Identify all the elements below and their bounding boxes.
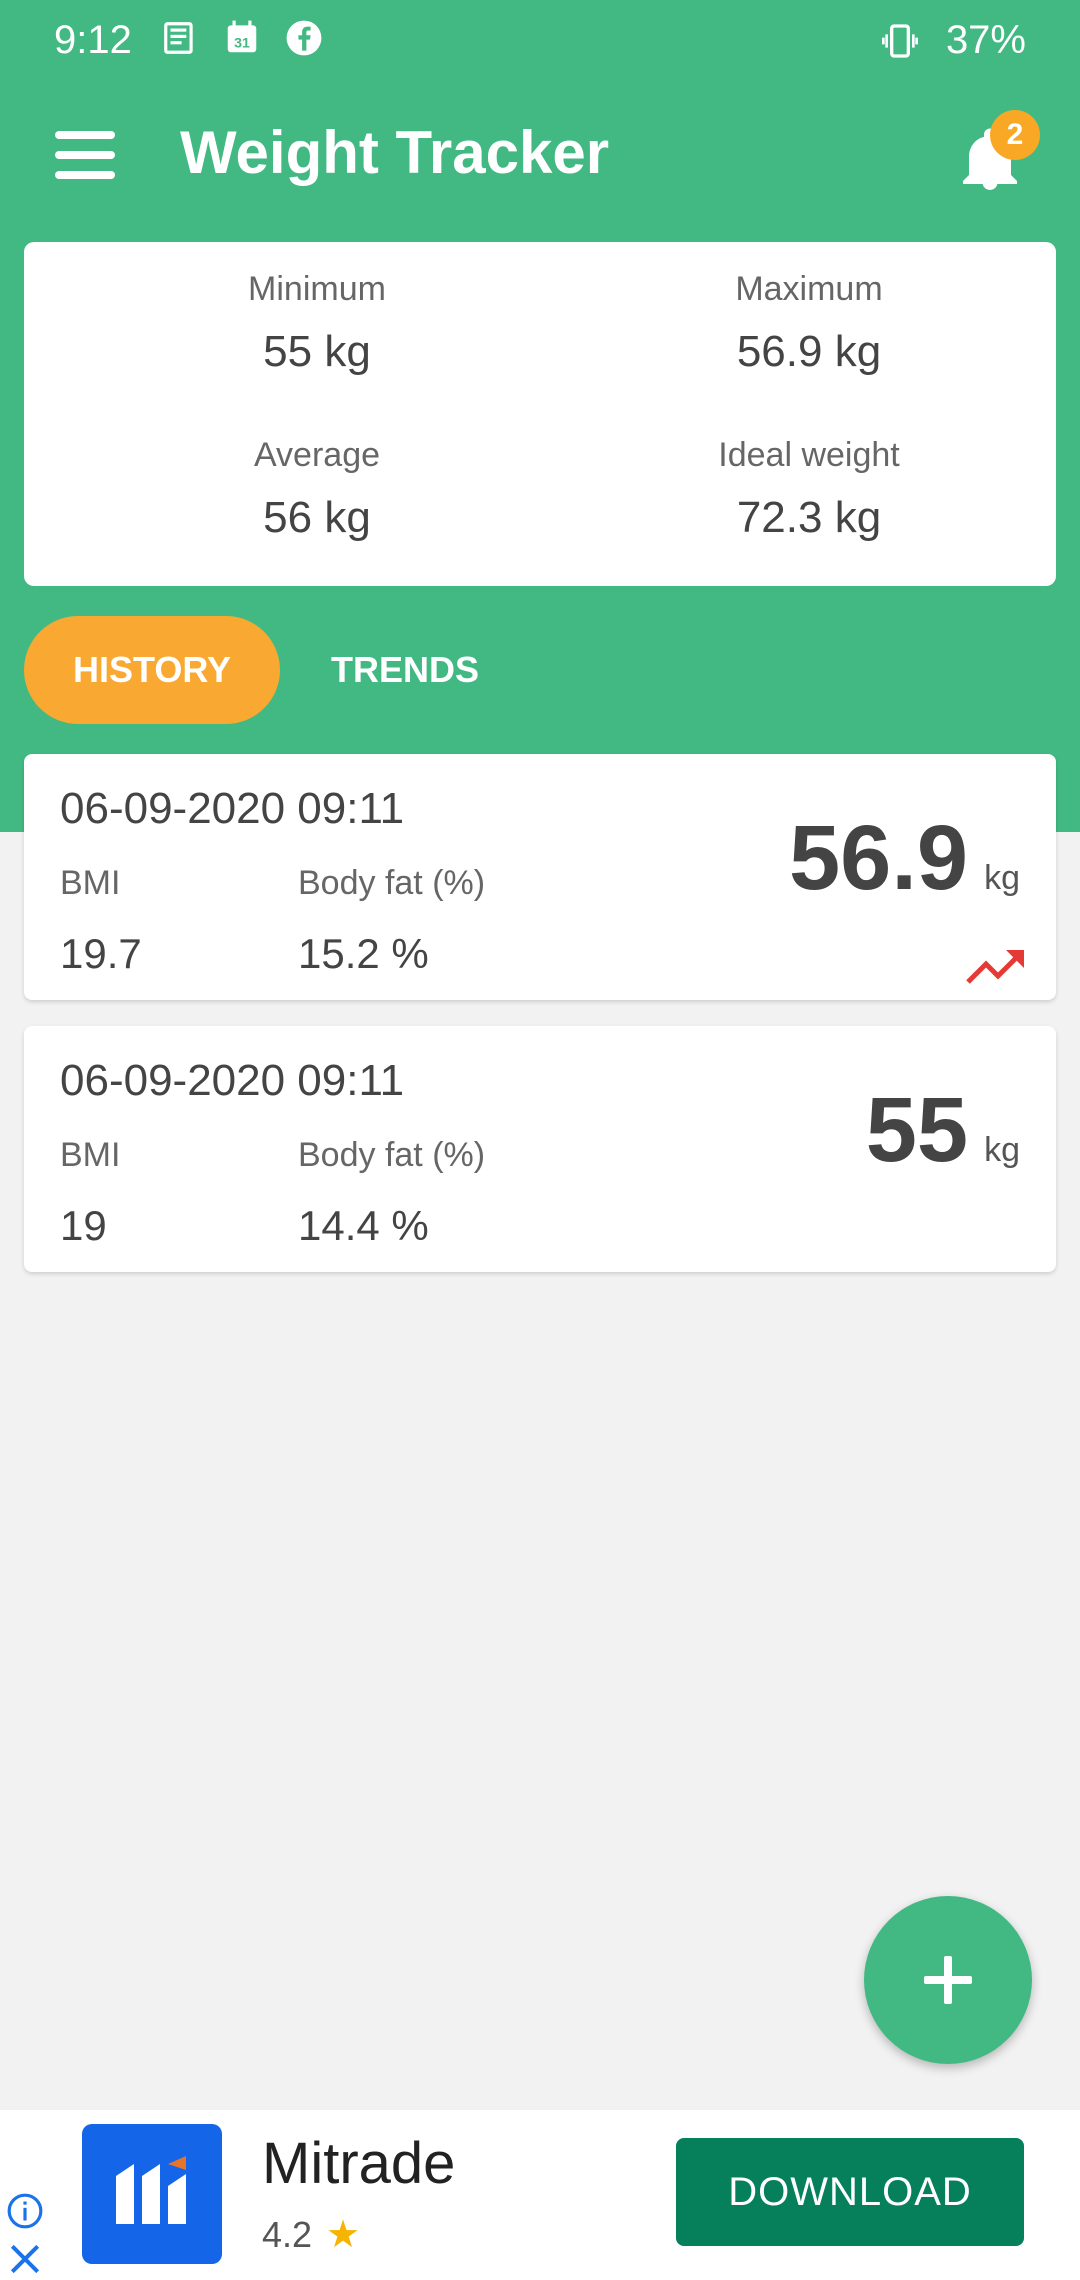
status-time: 9:12	[54, 18, 132, 62]
menu-button[interactable]	[50, 120, 120, 190]
entry-weight: 56.9 kg	[789, 806, 1020, 911]
news-icon	[160, 18, 200, 58]
entry-body-fat-label: Body fat (%)	[298, 864, 486, 902]
stat-minimum-value: 55 kg	[263, 327, 371, 376]
stat-minimum: Minimum 55 kg	[117, 270, 517, 377]
entry-weight: 55 kg	[866, 1078, 1020, 1183]
ad-close-icon[interactable]	[6, 2240, 44, 2278]
ad-download-button[interactable]: DOWNLOAD	[676, 2138, 1024, 2246]
history-entry[interactable]: 06-09-2020 09:11 BMI Body fat (%) 19.7 1…	[24, 754, 1056, 1000]
entry-weight-value: 55	[865, 1079, 969, 1181]
tab-trends[interactable]: TRENDS	[300, 616, 510, 724]
stat-ideal-weight-label: Ideal weight	[718, 436, 900, 474]
app-bar: Weight Tracker 2	[0, 80, 1080, 230]
status-right: 37%	[880, 18, 1026, 63]
entry-date: 06-09-2020 09:11	[60, 1056, 405, 1105]
status-bar: 9:12 31 37%	[0, 0, 1080, 80]
notifications-button[interactable]: 2	[950, 110, 1040, 200]
stat-average-label: Average	[253, 436, 381, 474]
stat-maximum: Maximum 56.9 kg	[609, 270, 1009, 377]
mitrade-logo-icon	[116, 2156, 186, 2224]
entry-bmi-label: BMI	[60, 864, 121, 902]
entry-date: 06-09-2020 09:11	[60, 784, 405, 833]
entry-bmi-label: BMI	[60, 1136, 121, 1174]
entry-body-fat-label: Body fat (%)	[298, 1136, 486, 1174]
ad-app-logo[interactable]	[82, 2124, 222, 2264]
trending-up-icon	[966, 950, 1024, 984]
entry-weight-value: 56.9	[789, 807, 969, 909]
vibrate-icon	[880, 21, 920, 61]
stat-ideal-weight: Ideal weight 72.3 kg	[609, 436, 1009, 543]
ad-rating-value: 4.2	[262, 2213, 313, 2255]
ad-rating: 4.2 ★	[262, 2212, 360, 2257]
facebook-icon	[284, 18, 324, 58]
notification-badge: 2	[990, 110, 1040, 160]
entry-bmi-value: 19.7	[60, 930, 142, 977]
ad-info-icon[interactable]	[6, 2192, 44, 2230]
stat-maximum-value: 56.9 kg	[736, 327, 882, 376]
ad-banner[interactable]: Mitrade 4.2 ★ DOWNLOAD	[0, 2110, 1080, 2280]
calendar-icon: 31	[222, 18, 262, 58]
stat-average: Average 56 kg	[117, 436, 517, 543]
battery-level: 37%	[945, 18, 1026, 62]
add-entry-button[interactable]	[864, 1896, 1032, 2064]
stat-maximum-label: Maximum	[735, 270, 883, 308]
entry-weight-unit: kg	[984, 1131, 1020, 1169]
app-title: Weight Tracker	[180, 119, 610, 186]
stat-minimum-label: Minimum	[248, 270, 386, 308]
stat-average-value: 56 kg	[263, 493, 371, 542]
stat-ideal-weight-value: 72.3 kg	[736, 493, 882, 542]
ad-app-name[interactable]: Mitrade	[262, 2130, 455, 2197]
entry-body-fat-value: 15.2 %	[298, 930, 429, 977]
stats-card: Minimum 55 kg Maximum 56.9 kg Average 56…	[24, 242, 1056, 586]
entry-weight-unit: kg	[984, 859, 1020, 897]
calendar-day: 31	[234, 36, 250, 52]
plus-icon	[924, 1956, 972, 2004]
status-notification-icons: 31	[160, 18, 324, 58]
star-icon: ★	[326, 2214, 361, 2256]
entry-bmi-value: 19	[60, 1202, 107, 1249]
tab-history[interactable]: HISTORY	[24, 616, 280, 724]
history-entry[interactable]: 06-09-2020 09:11 BMI Body fat (%) 19 14.…	[24, 1026, 1056, 1272]
hamburger-menu-icon	[55, 131, 115, 179]
entry-body-fat-value: 14.4 %	[298, 1202, 429, 1249]
